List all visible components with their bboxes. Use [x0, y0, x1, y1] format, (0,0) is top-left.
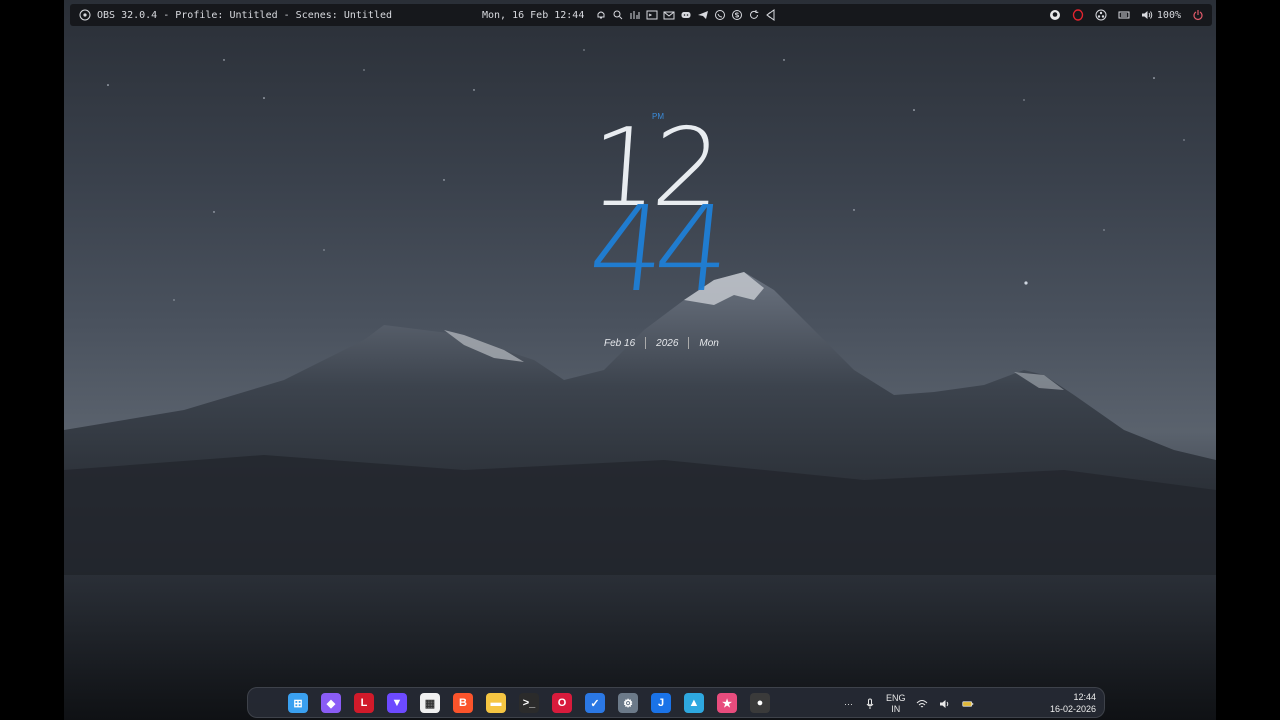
- power-icon[interactable]: [1191, 9, 1204, 22]
- speaker-icon[interactable]: [939, 697, 952, 710]
- language-indicator[interactable]: ENG IN: [886, 693, 906, 715]
- bell-icon[interactable]: [594, 9, 607, 22]
- telegram-icon[interactable]: [696, 9, 709, 22]
- whatsapp-icon[interactable]: [713, 9, 726, 22]
- desktop: OBS 32.0.4 - Profile: Untitled - Scenes:…: [64, 0, 1216, 720]
- opera-icon[interactable]: [1072, 9, 1085, 22]
- battery-icon[interactable]: [962, 697, 975, 710]
- obsidian-icon[interactable]: ◆: [321, 693, 341, 713]
- tray-overflow-button[interactable]: ···: [844, 699, 853, 709]
- taskbar-apps: ⊞ ◆ L ▼ ▦ B ▬ >_ O ✓ ⚙ J ▲ ★ ●: [288, 693, 770, 713]
- taskbar: ⊞ ◆ L ▼ ▦ B ▬ >_ O ✓ ⚙ J ▲ ★ ● ··· ENG IN 12:44 16-02-…: [247, 687, 1105, 718]
- mountain-wallpaper: [64, 272, 1216, 720]
- settings-icon[interactable]: ⚙: [618, 693, 638, 713]
- taskbar-date: 16-02-2026: [1049, 704, 1096, 714]
- discord-icon[interactable]: [679, 9, 692, 22]
- brave-icon[interactable]: B: [453, 693, 473, 713]
- obs-icon[interactable]: [1095, 9, 1108, 22]
- lexi-icon[interactable]: L: [354, 693, 374, 713]
- skype-icon[interactable]: [730, 9, 743, 22]
- terminal-icon[interactable]: [645, 9, 658, 22]
- topbar-datetime[interactable]: Mon, 16 Feb 12:44: [482, 10, 584, 21]
- taskbar-time: 12:44: [1073, 692, 1096, 702]
- taskbar-clock[interactable]: 12:44 16-02-2026: [1050, 691, 1096, 715]
- j-app-icon[interactable]: J: [651, 693, 671, 713]
- photos-icon[interactable]: ▲: [684, 693, 704, 713]
- paint-icon[interactable]: ★: [717, 693, 737, 713]
- search-icon[interactable]: [611, 9, 624, 22]
- proton-vpn-icon[interactable]: ▼: [387, 693, 407, 713]
- vscode-icon[interactable]: [764, 9, 777, 22]
- github-icon[interactable]: [1049, 9, 1062, 22]
- lang-primary: ENG: [886, 692, 906, 703]
- window-title: OBS 32.0.4 - Profile: Untitled - Scenes:…: [97, 9, 393, 21]
- store-icon[interactable]: ▦: [420, 693, 440, 713]
- topbar-app-icons: [594, 4, 777, 26]
- volume-indicator[interactable]: 100%: [1141, 9, 1181, 22]
- mail-icon[interactable]: [662, 9, 675, 22]
- volume-icon: [1141, 9, 1154, 22]
- terminal-icon[interactable]: >_: [519, 693, 539, 713]
- todo-icon[interactable]: ✓: [585, 693, 605, 713]
- opera-icon[interactable]: O: [552, 693, 572, 713]
- keyboard-icon[interactable]: [1118, 9, 1131, 22]
- system-tray: ··· ENG IN: [844, 688, 975, 719]
- volume-level: 100%: [1156, 9, 1181, 21]
- wifi-icon[interactable]: [916, 697, 929, 710]
- chart-icon[interactable]: [628, 9, 641, 22]
- obs-app-icon[interactable]: [78, 9, 91, 22]
- top-status-bar: OBS 32.0.4 - Profile: Untitled - Scenes:…: [70, 4, 1212, 26]
- lang-secondary: IN: [891, 703, 901, 714]
- start-icon[interactable]: ⊞: [288, 693, 308, 713]
- microphone-icon[interactable]: [863, 697, 876, 710]
- refresh-icon[interactable]: [747, 9, 760, 22]
- file-explorer-icon[interactable]: ▬: [486, 693, 506, 713]
- obs-icon[interactable]: ●: [750, 693, 770, 713]
